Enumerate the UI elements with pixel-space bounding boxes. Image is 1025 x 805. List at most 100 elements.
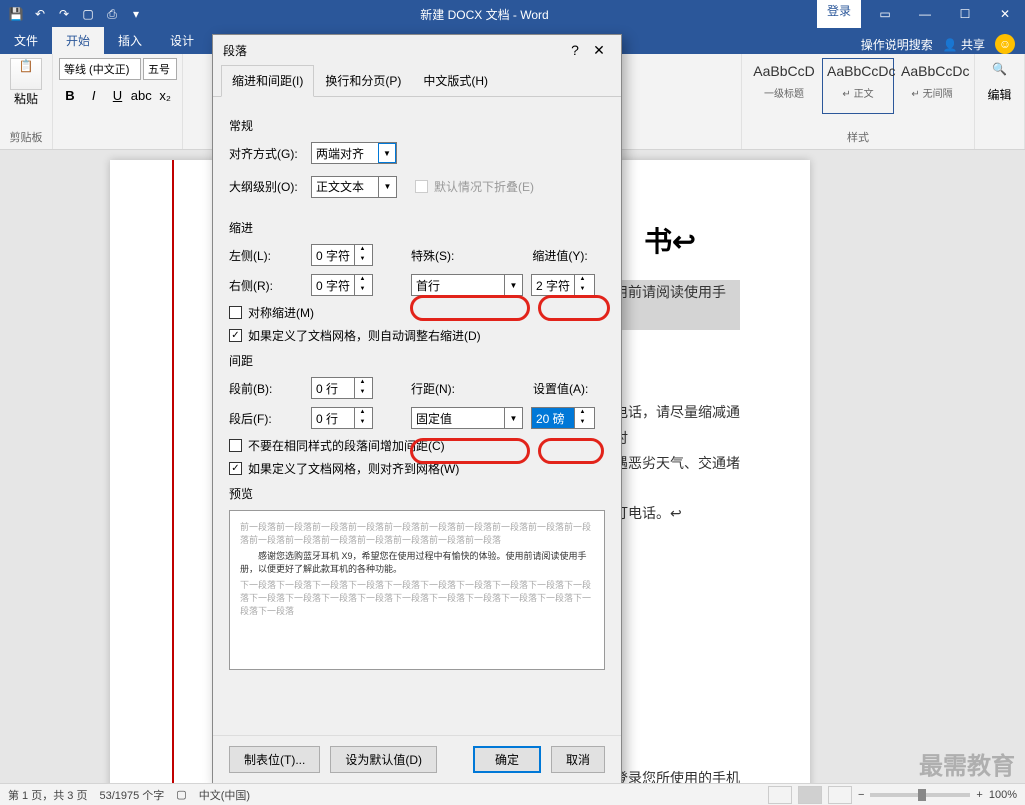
preview-filler-after: 下一段落下一段落下一段落下一段落下一段落下一段落下一段落下一段落下一段落下一段落… [240,579,594,617]
line-spacing-combo[interactable]: 固定值 ▼ [411,407,523,429]
ok-button[interactable]: 确定 [473,746,541,773]
underline-button[interactable]: U [107,84,129,106]
print-layout-icon[interactable] [798,786,822,804]
right-indent-spinner[interactable]: ▲▼ [311,274,373,296]
spinner-down-icon[interactable]: ▼ [355,388,370,398]
spinner-up-icon[interactable]: ▲ [355,378,370,388]
subscript-button[interactable]: x₂ [154,84,176,106]
chevron-down-icon[interactable]: ▼ [504,408,522,428]
tab-line-page-break[interactable]: 换行和分页(P) [314,65,412,96]
tab-file[interactable]: 文件 [0,27,52,54]
zoom-in-icon[interactable]: + [976,789,982,801]
cancel-button[interactable]: 取消 [551,746,605,773]
style-normal[interactable]: AaBbCcDc ↵ 正文 [822,58,894,114]
indent-value-spinner[interactable]: ▲▼ [531,274,595,296]
redo-icon[interactable]: ↷ [56,6,72,22]
set-value-spinner[interactable]: ▲▼ [531,407,595,429]
zoom-slider[interactable] [870,793,970,797]
share-button[interactable]: 👤 共享 [943,36,985,53]
ribbon-options-icon[interactable]: ▭ [865,0,905,28]
spinner-down-icon[interactable]: ▼ [355,255,370,265]
new-doc-icon[interactable]: ▢ [80,6,96,22]
chevron-down-icon[interactable]: ▼ [378,177,396,197]
chevron-down-icon[interactable]: ▼ [504,275,522,295]
style-nospacing[interactable]: AaBbCcDc ↵ 无间隔 [896,58,968,114]
no-space-same-style-checkbox[interactable] [229,439,242,452]
right-indent-input[interactable] [312,275,354,295]
grid-indent-label: 如果定义了文档网格，则自动调整右缩进(D) [248,327,481,344]
left-indent-spinner[interactable]: ▲▼ [311,244,373,266]
close-icon[interactable]: ✕ [985,0,1025,28]
editing-group: 🔍 编辑 [975,54,1025,149]
clipboard-group: 📋 粘贴 剪贴板 [0,54,53,149]
space-after-input[interactable] [312,408,354,428]
grid-indent-checkbox[interactable]: ✓ [229,329,242,342]
space-after-spinner[interactable]: ▲▼ [311,407,373,429]
bold-button[interactable]: B [59,84,81,106]
space-before-spinner[interactable]: ▲▼ [311,377,373,399]
maximize-icon[interactable]: ☐ [945,0,985,28]
mirror-indent-checkbox[interactable] [229,306,242,319]
chevron-down-icon[interactable]: ▼ [378,143,396,163]
italic-button[interactable]: I [83,84,105,106]
spinner-down-icon[interactable]: ▼ [575,285,590,295]
tab-home[interactable]: 开始 [52,27,104,54]
left-indent-input[interactable] [312,245,354,265]
spinner-down-icon[interactable]: ▼ [575,418,590,428]
set-value-input[interactable] [532,408,574,428]
indent-value-input[interactable] [532,275,574,295]
undo-icon[interactable]: ↶ [32,6,48,22]
proofing-icon[interactable]: ▢ [176,788,186,801]
spinner-up-icon[interactable]: ▲ [355,245,370,255]
tab-indent-spacing[interactable]: 缩进和间距(I) [221,65,314,97]
edit-label: 编辑 [981,86,1018,103]
set-default-button[interactable]: 设为默认值(D) [330,746,437,773]
spinner-up-icon[interactable]: ▲ [575,275,590,285]
tab-insert[interactable]: 插入 [104,27,156,54]
tab-design[interactable]: 设计 [156,27,208,54]
strike-button[interactable]: abc [130,84,152,106]
special-indent-combo[interactable]: 首行 ▼ [411,274,523,296]
section-general: 常规 [229,117,605,134]
paragraph-dialog: 段落 ? ✕ 缩进和间距(I) 换行和分页(P) 中文版式(H) 常规 对齐方式… [212,34,622,784]
dialog-close-icon[interactable]: ✕ [587,42,611,59]
spinner-down-icon[interactable]: ▼ [355,418,370,428]
qat-more-icon[interactable]: ▾ [128,6,144,22]
save-icon[interactable]: 💾 [8,6,24,22]
web-layout-icon[interactable] [828,786,852,804]
spinner-up-icon[interactable]: ▲ [355,275,370,285]
page-status[interactable]: 第 1 页，共 3 页 [8,787,87,803]
find-icon[interactable]: 🔍 [988,62,1012,86]
language-status[interactable]: 中文(中国) [199,787,250,803]
zoom-out-icon[interactable]: − [858,789,864,801]
line-spacing-label: 行距(N): [411,380,455,397]
login-button[interactable]: 登录 [817,0,861,28]
space-before-label: 段前(B): [229,380,303,397]
tell-me-search[interactable]: 操作说明搜索 [861,36,933,53]
font-name-select[interactable] [59,58,141,80]
dialog-help-icon[interactable]: ? [563,42,587,58]
set-value-label: 设置值(A): [533,380,588,397]
alignment-combo[interactable]: 两端对齐 ▼ [311,142,397,164]
outline-combo[interactable]: 正文文本 ▼ [311,176,397,198]
zoom-level[interactable]: 100% [989,789,1017,801]
spinner-down-icon[interactable]: ▼ [355,285,370,295]
read-mode-icon[interactable] [768,786,792,804]
dialog-titlebar[interactable]: 段落 ? ✕ [213,35,621,65]
tab-cjk-layout[interactable]: 中文版式(H) [412,65,499,96]
font-size-select[interactable] [143,58,177,80]
no-space-same-style-label: 不要在相同样式的段落间增加间距(C) [248,437,445,454]
paste-button[interactable]: 📋 粘贴 [6,58,46,107]
title-bar: 💾 ↶ ↷ ▢ ⎙ ▾ 新建 DOCX 文档 - Word 登录 ▭ — ☐ ✕ [0,0,1025,28]
minimize-icon[interactable]: — [905,0,945,28]
spinner-up-icon[interactable]: ▲ [355,408,370,418]
style-heading1[interactable]: AaBbCcD 一级标题 [748,58,820,114]
space-before-input[interactable] [312,378,354,398]
grid-align-checkbox[interactable]: ✓ [229,462,242,475]
word-count[interactable]: 53/1975 个字 [99,787,164,803]
feedback-smiley-icon[interactable]: ☺ [995,34,1015,54]
spinner-up-icon[interactable]: ▲ [575,408,590,418]
print-icon[interactable]: ⎙ [104,6,120,22]
tabs-button[interactable]: 制表位(T)... [229,746,320,773]
zoom-thumb[interactable] [918,789,926,801]
